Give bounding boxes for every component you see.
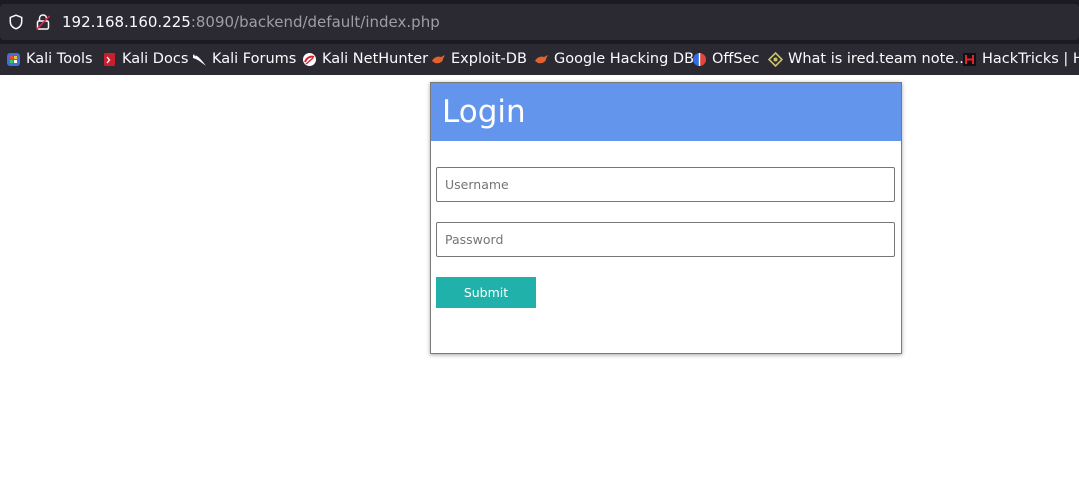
bookmark-label: Kali Tools xyxy=(26,51,93,67)
url-text[interactable]: 192.168.160.225:8090/backend/default/ind… xyxy=(62,12,440,32)
exploit-db-icon xyxy=(432,54,445,63)
bookmark-kali-forums[interactable]: Kali Forums xyxy=(192,49,296,69)
login-title: Login xyxy=(442,94,526,130)
ired-team-icon xyxy=(768,51,783,67)
kali-forums-icon xyxy=(192,53,206,66)
tracking-protection-shield-icon[interactable] xyxy=(8,14,24,30)
kali-nethunter-icon xyxy=(303,52,316,66)
url-host: 192.168.160.225 xyxy=(62,13,191,31)
login-card: Login Submit xyxy=(430,82,902,354)
bookmark-google-hacking-db[interactable]: Google Hacking DB xyxy=(534,49,694,69)
bookmark-ired-team[interactable]: What is ired.team note… xyxy=(768,49,969,69)
username-input[interactable] xyxy=(436,167,895,202)
bookmark-label: Google Hacking DB xyxy=(554,51,695,67)
bookmark-kali-tools[interactable]: Kali Tools xyxy=(6,49,93,69)
bookmark-label: OffSec xyxy=(712,51,760,67)
submit-button[interactable]: Submit xyxy=(436,277,536,308)
bookmark-label: Kali Forums xyxy=(212,51,297,67)
bookmark-kali-docs[interactable]: Kali Docs xyxy=(102,49,188,69)
bookmark-hacktricks[interactable]: HackTricks | Ha xyxy=(962,49,1079,69)
browser-url-bar: 192.168.160.225:8090/backend/default/ind… xyxy=(0,0,1079,44)
kali-docs-icon xyxy=(104,52,115,66)
bookmark-label: Kali NetHunter xyxy=(322,51,429,67)
google-hacking-db-icon xyxy=(535,54,548,63)
bookmark-label: HackTricks | Ha xyxy=(982,51,1079,67)
address-field[interactable]: 192.168.160.225:8090/backend/default/ind… xyxy=(0,4,1079,40)
bookmark-exploit-db[interactable]: Exploit-DB xyxy=(431,49,527,69)
kali-tools-icon xyxy=(7,52,20,66)
bookmark-offsec[interactable]: OffSec xyxy=(692,49,760,69)
bookmark-label: Exploit-DB xyxy=(451,51,527,67)
bookmark-label: Kali Docs xyxy=(122,51,189,67)
url-path: :8090/backend/default/index.php xyxy=(190,13,440,31)
offsec-icon xyxy=(693,52,706,66)
bookmarks-toolbar: Kali Tools Kali Docs Kali Forums Kali Ne… xyxy=(0,44,1079,75)
login-header: Login xyxy=(431,83,901,141)
password-input[interactable] xyxy=(436,222,895,257)
insecure-lock-icon[interactable] xyxy=(35,13,51,31)
hacktricks-icon xyxy=(963,52,976,66)
bookmark-kali-nethunter[interactable]: Kali NetHunter xyxy=(302,49,428,69)
bookmark-label: What is ired.team note… xyxy=(788,51,969,67)
